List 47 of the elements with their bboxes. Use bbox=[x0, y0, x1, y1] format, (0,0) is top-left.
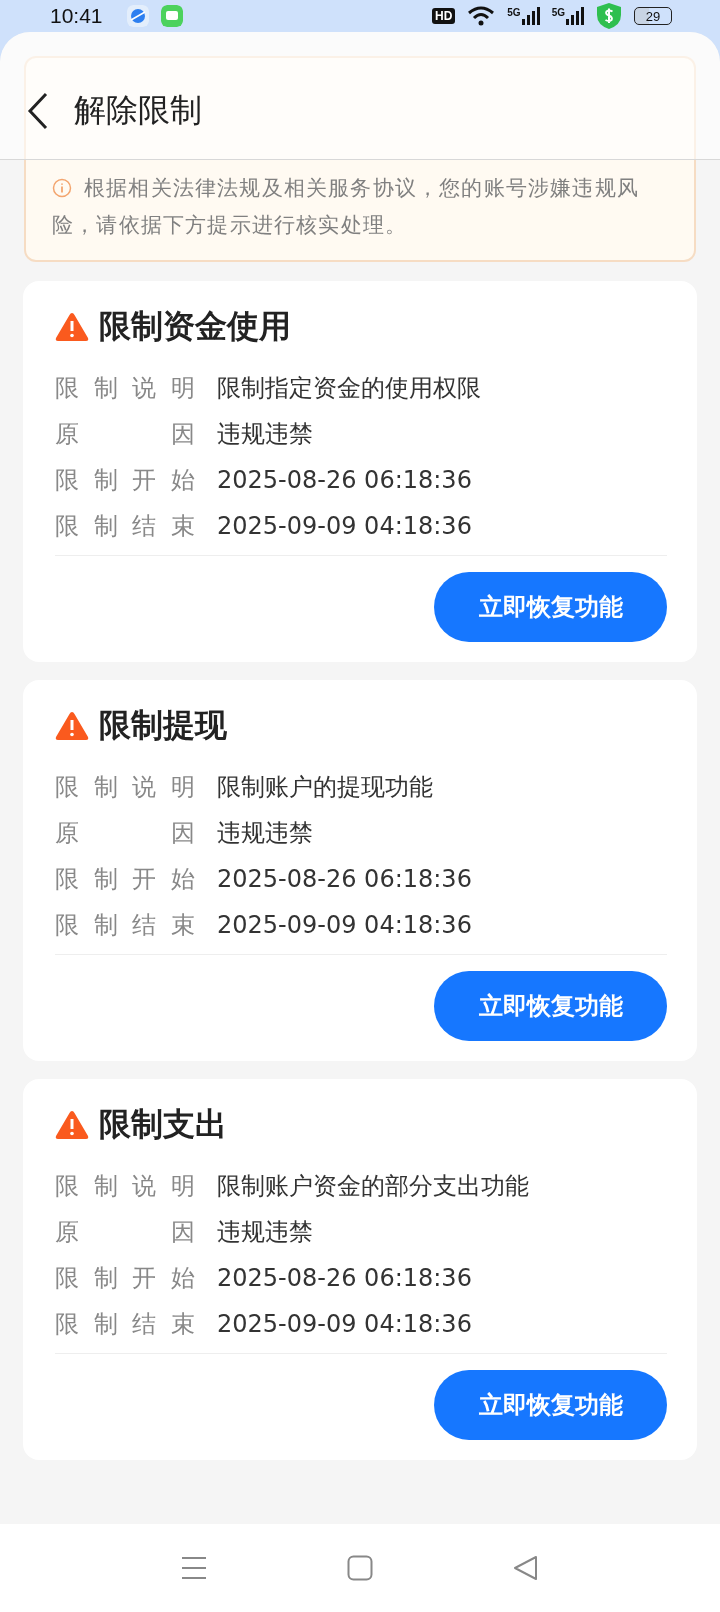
warning-icon bbox=[55, 1110, 89, 1140]
restore-button[interactable]: 立即恢复功能 bbox=[434, 1370, 667, 1440]
field-label: 限制结束 bbox=[55, 1309, 195, 1340]
field-value: 2025-08-26 06:18:36 bbox=[217, 466, 472, 494]
field-label: 限制结束 bbox=[55, 910, 195, 941]
message-app-icon bbox=[160, 5, 183, 27]
hd-icon: HD bbox=[431, 8, 456, 24]
field-label: 原因 bbox=[55, 1217, 195, 1248]
status-time: 10:41 bbox=[50, 4, 103, 28]
field-label: 原因 bbox=[55, 818, 195, 849]
field-label: 限制开始 bbox=[55, 1263, 195, 1294]
field-label: 限制开始 bbox=[55, 864, 195, 895]
card-title: 限制提现 bbox=[99, 705, 227, 746]
app-icon bbox=[126, 5, 149, 27]
field-value: 限制账户资金的部分支出功能 bbox=[217, 1171, 529, 1202]
field-value: 2025-09-09 04:18:36 bbox=[217, 911, 472, 939]
warning-icon bbox=[55, 711, 89, 741]
field-label: 限制说明 bbox=[55, 373, 195, 404]
back-button[interactable] bbox=[26, 91, 50, 130]
restore-button[interactable]: 立即恢复功能 bbox=[434, 971, 667, 1041]
shield-icon bbox=[596, 2, 622, 30]
field-label: 限制结束 bbox=[55, 511, 195, 542]
field-value: 限制账户的提现功能 bbox=[217, 772, 433, 803]
field-value: 2025-09-09 04:18:36 bbox=[217, 1310, 472, 1338]
battery-icon: 29 bbox=[634, 7, 672, 25]
field-label: 限制说明 bbox=[55, 772, 195, 803]
field-value: 2025-08-26 06:18:36 bbox=[217, 1264, 472, 1292]
menu-icon[interactable] bbox=[181, 1556, 207, 1580]
field-value: 违规违禁 bbox=[217, 1217, 313, 1248]
card-title: 限制支出 bbox=[99, 1104, 227, 1145]
field-value: 限制指定资金的使用权限 bbox=[217, 373, 481, 404]
field-value: 违规违禁 bbox=[217, 419, 313, 450]
wifi-icon bbox=[467, 6, 496, 26]
card-title: 限制资金使用 bbox=[99, 306, 291, 347]
page-title: 解除限制 bbox=[74, 89, 202, 131]
field-value: 2025-08-26 06:18:36 bbox=[217, 865, 472, 893]
home-button[interactable] bbox=[347, 1555, 373, 1581]
info-icon bbox=[52, 178, 72, 198]
field-label: 限制开始 bbox=[55, 465, 195, 496]
field-value: 违规违禁 bbox=[217, 818, 313, 849]
notice-text: 根据相关法律法规及相关服务协议，您的账号涉嫌违规风险，请依据下方提示进行核实处理。 bbox=[52, 175, 640, 239]
field-value: 2025-09-09 04:18:36 bbox=[217, 512, 472, 540]
warning-icon bbox=[55, 312, 89, 342]
field-label: 限制说明 bbox=[55, 1171, 195, 1202]
field-label: 原因 bbox=[55, 419, 195, 450]
back-nav-button[interactable] bbox=[513, 1555, 539, 1581]
restore-button[interactable]: 立即恢复功能 bbox=[434, 572, 667, 642]
